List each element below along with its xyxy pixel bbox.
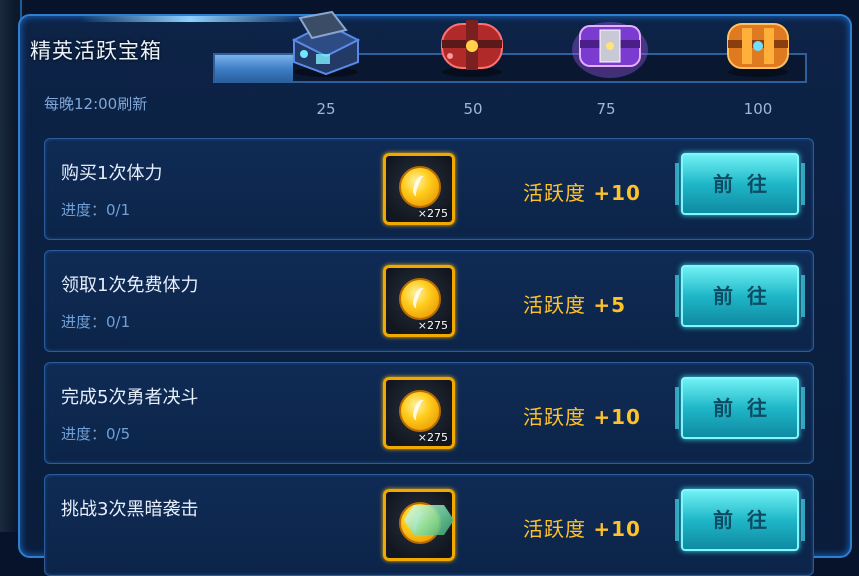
task-progress: 进度：0/1 bbox=[61, 201, 131, 219]
task-progress: 进度：0/5 bbox=[61, 425, 131, 443]
milestone-75: 75 bbox=[596, 100, 616, 118]
refresh-note: 每晚12:00刷新 bbox=[44, 95, 148, 113]
go-button[interactable]: 前往 bbox=[675, 265, 805, 327]
blue-chest-icon[interactable] bbox=[286, 10, 366, 78]
panel-title: 精英活跃宝箱 bbox=[30, 39, 162, 63]
task-row: 完成5次勇者决斗 进度：0/5 ×275 活跃度 +10 前往 bbox=[44, 362, 814, 464]
go-button[interactable]: 前往 bbox=[675, 489, 805, 551]
task-name: 完成5次勇者决斗 bbox=[61, 387, 199, 408]
activity-progress-fill bbox=[215, 55, 293, 81]
activity-reward: 活跃度 +10 bbox=[523, 401, 641, 430]
task-row: 购买1次体力 进度：0/1 ×275 活跃度 +10 前往 bbox=[44, 138, 814, 240]
milestone-50: 50 bbox=[463, 100, 483, 118]
task-name: 挑战3次黑暗袭击 bbox=[61, 499, 199, 520]
activity-reward: 活跃度 +10 bbox=[523, 177, 641, 206]
task-progress: 进度：0/1 bbox=[61, 313, 131, 331]
activity-points: +10 bbox=[593, 517, 641, 541]
panel-top-glow bbox=[80, 16, 300, 22]
activity-reward: 活跃度 +5 bbox=[523, 289, 626, 318]
activity-reward: 活跃度 +10 bbox=[523, 513, 641, 542]
task-name: 购买1次体力 bbox=[61, 163, 163, 184]
reward-slot[interactable]: ×275 bbox=[383, 377, 455, 449]
activity-label: 活跃度 bbox=[523, 181, 586, 205]
gold-coin-icon bbox=[399, 390, 441, 432]
activity-label: 活跃度 bbox=[523, 293, 586, 317]
activity-points: +10 bbox=[593, 405, 641, 429]
task-name: 领取1次免费体力 bbox=[61, 275, 199, 296]
milestone-100: 100 bbox=[743, 100, 773, 118]
activity-points: +5 bbox=[593, 293, 627, 317]
activity-label: 活跃度 bbox=[523, 405, 586, 429]
reward-quantity: ×275 bbox=[417, 431, 448, 444]
red-chest-icon[interactable] bbox=[432, 10, 512, 78]
go-button[interactable]: 前往 bbox=[675, 377, 805, 439]
reward-slot[interactable]: ×275 bbox=[383, 153, 455, 225]
green-gem-icon bbox=[404, 505, 454, 535]
reward-quantity: ×275 bbox=[417, 207, 448, 220]
task-row: 领取1次免费体力 进度：0/1 ×275 活跃度 +5 前往 bbox=[44, 250, 814, 352]
purple-chest-icon[interactable] bbox=[570, 10, 650, 78]
milestone-25: 25 bbox=[316, 100, 336, 118]
orange-chest-icon[interactable] bbox=[718, 10, 798, 78]
activity-points: +10 bbox=[593, 181, 641, 205]
reward-quantity: ×275 bbox=[417, 319, 448, 332]
go-button[interactable]: 前往 bbox=[675, 153, 805, 215]
activity-label: 活跃度 bbox=[523, 517, 586, 541]
gold-coin-icon bbox=[399, 166, 441, 208]
reward-slot[interactable]: ×275 bbox=[383, 265, 455, 337]
gold-coin-icon bbox=[399, 278, 441, 320]
